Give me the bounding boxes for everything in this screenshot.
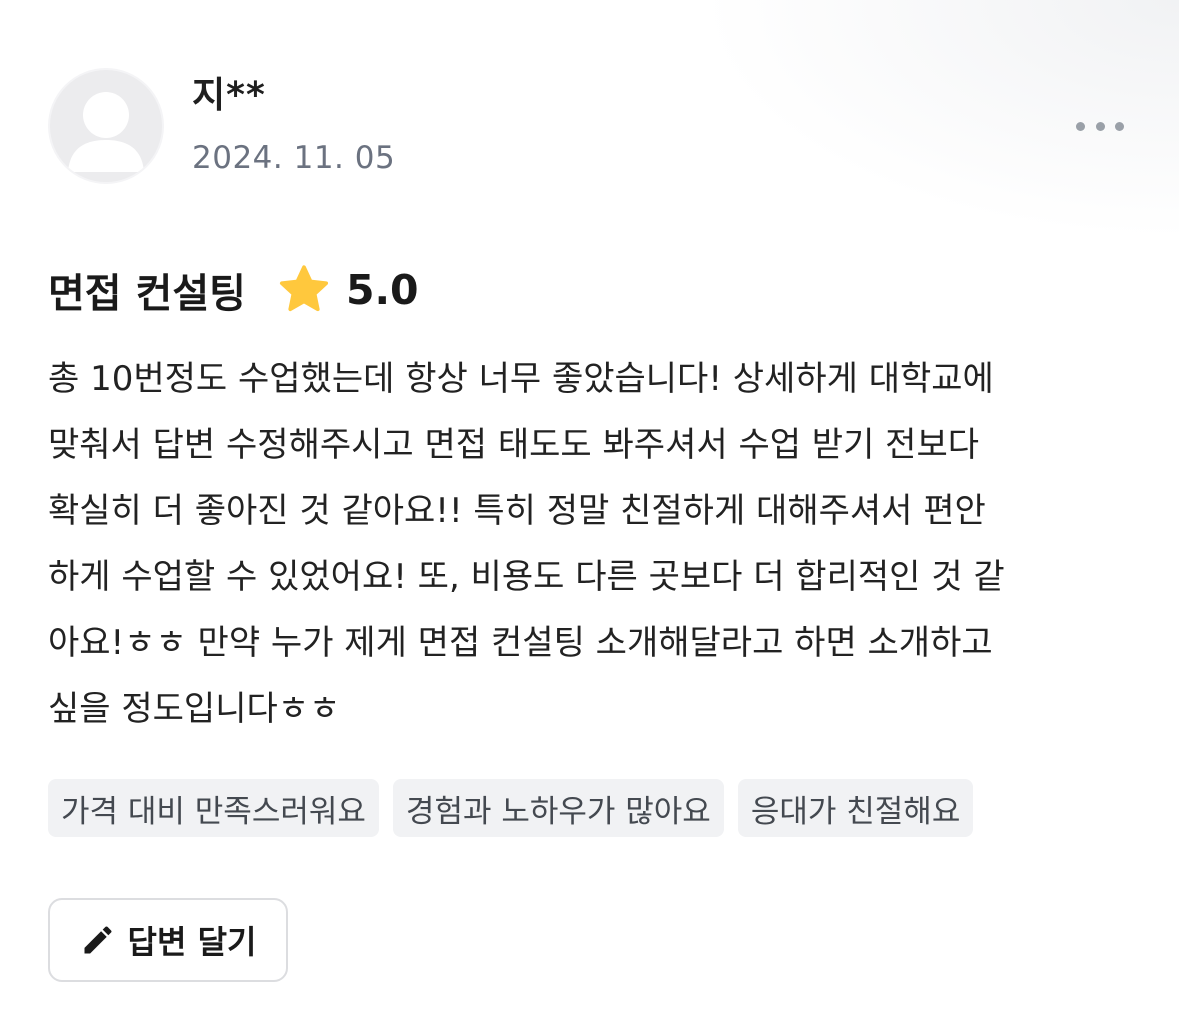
username: 지** xyxy=(192,75,266,116)
review-body-line: 확실히 더 좋아진 것 같아요!! 특히 정말 친절하게 대해주셔서 편안 xyxy=(48,491,986,531)
review-body-line: 하게 수업할 수 있었어요! 또, 비용도 다른 곳보다 더 합리적인 것 같 xyxy=(48,557,1005,597)
review-card: 지** 2024. 11. 05 면접 컨설팅 5.0 총 10번정도 수업했는… xyxy=(0,0,1179,1034)
review-body-line: 총 10번정도 수업했는데 항상 너무 좋았습니다! 상세하게 대학교에 xyxy=(48,359,994,399)
review-tags: 가격 대비 만족스러워요 경험과 노하우가 많아요 응대가 친절해요 xyxy=(48,779,974,837)
review-tag: 가격 대비 만족스러워요 xyxy=(48,779,379,837)
default-user-icon xyxy=(68,92,144,172)
rating-value: 5.0 xyxy=(345,266,419,314)
more-dot-icon xyxy=(1095,121,1105,131)
review-body-line: 아요!ㅎㅎ 만약 누가 제게 면접 컨설팅 소개해달라고 하면 소개하고 xyxy=(48,623,993,663)
more-dot-icon xyxy=(1115,121,1124,131)
review-body: 총 10번정도 수업했는데 항상 너무 좋았습니다! 상세하게 대학교에 맞춰서… xyxy=(48,346,1138,742)
review-tag: 응대가 친절해요 xyxy=(737,779,974,837)
more-dot-icon xyxy=(1076,121,1085,131)
review-tag: 경험과 노하우가 많아요 xyxy=(392,779,724,837)
star-icon xyxy=(279,265,328,312)
reply-button[interactable]: 답변 달기 xyxy=(48,898,288,982)
user-info: 지** 2024. 11. 05 xyxy=(192,74,395,176)
review-header: 지** 2024. 11. 05 xyxy=(48,68,395,184)
reply-button-label: 답변 달기 xyxy=(127,923,257,961)
avatar xyxy=(48,68,164,184)
pencil-icon xyxy=(84,926,112,954)
review-title-row: 면접 컨설팅 5.0 xyxy=(48,258,419,322)
review-body-line: 싶을 정도입니다ㅎㅎ xyxy=(48,689,341,729)
review-body-line: 맞춰서 답변 수정해주시고 면접 태도도 봐주셔서 수업 받기 전보다 xyxy=(48,425,980,465)
course-name: 면접 컨설팅 xyxy=(48,271,246,317)
more-options-button[interactable] xyxy=(1070,108,1130,144)
review-date: 2024. 11. 05 xyxy=(192,140,396,176)
